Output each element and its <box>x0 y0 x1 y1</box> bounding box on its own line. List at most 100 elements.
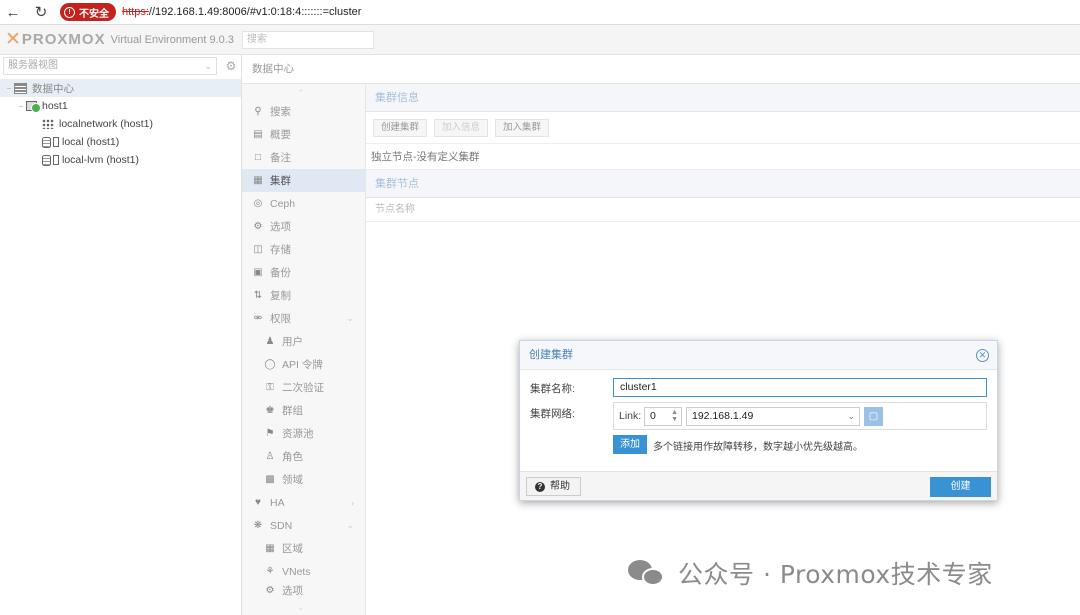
scroll-up-icon[interactable]: ⌃ <box>297 88 305 99</box>
cluster-nodes-title: 集群节点 <box>366 170 1080 198</box>
link-address-select[interactable]: 192.168.1.49 ⌄ <box>686 407 860 426</box>
nav-item-sdn[interactable]: ❋ SDN ⌄ <box>242 514 366 537</box>
nav-item-api-tokens[interactable]: ◯ API 令牌 <box>242 353 366 376</box>
nav-item-pools[interactable]: ⚑ 资源池 <box>242 422 366 445</box>
nav-item-groups[interactable]: ♚ 群组 <box>242 399 366 422</box>
tags-icon: ⚑ <box>265 428 275 439</box>
close-icon[interactable]: ✕ <box>976 349 989 362</box>
column-header-node-name[interactable]: 节点名称 <box>366 198 1080 222</box>
unlock-icon: ⚮ <box>253 313 263 324</box>
back-arrow-icon[interactable]: ← <box>2 1 24 23</box>
chevron-down-icon: ⌄ <box>847 411 855 421</box>
network-icon: ⚘ <box>265 566 275 577</box>
nav-label: 领域 <box>282 474 303 486</box>
cluster-network-box: Link: 0 ▲ ▼ 192.168.1.49 ⌄ ▢ <box>613 402 987 430</box>
cluster-network-label: 集群网络: <box>530 408 575 420</box>
book-icon: ▤ <box>253 129 263 140</box>
collapse-toggle-icon[interactable]: − <box>4 84 14 93</box>
trash-icon[interactable]: ▢ <box>864 407 883 426</box>
create-cluster-dialog: 创建集群 ✕ 集群名称: cluster1 集群网络: Link: 0 ▲ ▼ 1… <box>519 340 998 501</box>
nav-item-realms[interactable]: ▩ 领域 <box>242 468 366 491</box>
tree-item-local-lvm[interactable]: local-lvm (host1) <box>0 151 241 169</box>
join-cluster-button[interactable]: 加入集群 <box>495 118 550 137</box>
nav-label: 存储 <box>270 244 291 256</box>
join-info-button[interactable]: 加入信息 <box>434 118 489 137</box>
scroll-down-icon[interactable]: ⌄ <box>297 602 305 613</box>
nav-item-two-factor[interactable]: ⚿ 二次验证 <box>242 376 366 399</box>
nav-item-storage[interactable]: ◫ 存储 <box>242 238 366 261</box>
dialog-footer: ? 帮助 创建 <box>520 471 997 500</box>
user-icon: ♟ <box>265 336 275 347</box>
key-icon: ⚿ <box>266 382 274 393</box>
tree-item-localnetwork[interactable]: localnetwork (host1) <box>0 115 241 133</box>
nav-label: 集群 <box>270 175 291 187</box>
search-icon: ⚲ <box>254 106 262 117</box>
floppy-icon: ▣ <box>253 267 263 278</box>
watermark-text: 公众号 · Proxmox技术专家 <box>678 560 993 589</box>
nav-label: 群组 <box>282 405 303 417</box>
wechat-logo-icon <box>628 558 668 588</box>
nav-item-options[interactable]: ⚙ 选项 <box>242 215 366 238</box>
address-book-icon: ▩ <box>265 474 275 485</box>
nav-label: 备注 <box>270 152 291 164</box>
storage-box-icon <box>53 137 59 147</box>
nav-item-replication[interactable]: ⇅ 复制 <box>242 284 366 307</box>
dialog-header: 创建集群 ✕ <box>520 341 997 370</box>
url-scheme: https: <box>122 6 149 18</box>
help-label: 帮助 <box>550 481 570 492</box>
logo-x-icon: ✕ <box>5 29 22 50</box>
nav-item-roles[interactable]: ♙ 角色 <box>242 445 366 468</box>
sdn-icon: ❋ <box>253 520 263 531</box>
tree-item-local[interactable]: local (host1) <box>0 133 241 151</box>
nav-label: 概要 <box>270 129 291 141</box>
nav-item-ha[interactable]: ♥ HA › <box>242 491 366 514</box>
nav-item-notes[interactable]: □ 备注 <box>242 146 366 169</box>
gear-icon: ⚙ <box>253 221 263 232</box>
nav-label: VNets <box>282 565 311 578</box>
nav-item-vnets[interactable]: ⚘ VNets <box>242 560 366 583</box>
nav-item-ceph[interactable]: ◎ Ceph <box>242 192 366 215</box>
nav-label: 选项 <box>282 584 303 597</box>
create-cluster-button[interactable]: 创建集群 <box>373 118 428 137</box>
logo-text: PROXMOX <box>21 31 106 48</box>
nav-item-sdn-options[interactable]: ⚙ 选项 <box>242 583 366 597</box>
nav-item-search[interactable]: ⚲ 搜索 <box>242 100 366 123</box>
version-label: Virtual Environment 9.0.3 <box>110 33 234 46</box>
nav-item-users[interactable]: ♟ 用户 <box>242 330 366 353</box>
storage-database-icon <box>42 136 51 148</box>
spinner-arrows-icon[interactable]: ▲ ▼ <box>671 409 678 423</box>
tree-item-datacenter[interactable]: − 数据中心 <box>0 79 241 97</box>
nav-label: API 令牌 <box>282 359 323 371</box>
gear-icon[interactable]: ⚙ <box>223 58 239 74</box>
tree-item-host[interactable]: − host1 <box>0 97 241 115</box>
address-bar[interactable]: https://192.168.1.49:8006/#v1:0:18:4::::… <box>122 6 361 18</box>
datacenter-nav-menu: ⌃ ⚲ 搜索 ▤ 概要 □ 备注 ▦ 集群 ◎ Ceph ⚙ 选项 ◫ 存储 ▣ 备份 ⇅ 复制 … <box>242 84 366 615</box>
resource-tree-panel: 服务器视图 ⌄ ⚙ − 数据中心 − host1 localnetwork (h… <box>0 55 242 615</box>
nav-item-permissions[interactable]: ⚮ 权限 ⌄ <box>242 307 366 330</box>
help-button[interactable]: ? 帮助 <box>526 477 581 496</box>
view-select[interactable]: 服务器视图 ⌄ <box>3 57 217 75</box>
reload-icon[interactable]: ↻ <box>30 1 52 23</box>
nav-label: 用户 <box>282 336 303 348</box>
nav-label: 角色 <box>282 451 303 463</box>
nav-item-cluster[interactable]: ▦ 集群 <box>242 169 366 192</box>
chevron-down-icon: ⌄ <box>204 61 212 71</box>
nav-label: Ceph <box>270 197 296 210</box>
nav-item-backup[interactable]: ▣ 备份 <box>242 261 366 284</box>
add-link-button[interactable]: 添加 <box>613 435 647 454</box>
nav-label: 二次验证 <box>282 382 324 394</box>
nav-item-zones[interactable]: ▦ 区域 <box>242 537 366 560</box>
link-number-value: 0 <box>650 410 656 422</box>
create-button[interactable]: 创建 <box>930 477 991 497</box>
proxmox-logo[interactable]: ✕ PROXMOX <box>5 30 106 49</box>
cluster-name-input[interactable]: cluster1 <box>613 378 987 397</box>
search-input[interactable]: 搜索 <box>241 30 374 49</box>
heartbeat-icon: ♥ <box>255 497 261 508</box>
insecure-badge[interactable]: ! 不安全 <box>60 3 116 21</box>
nav-label: 搜索 <box>270 106 291 118</box>
cluster-icon: ▦ <box>253 175 263 186</box>
standalone-node-info: 独立节点-没有定义集群 <box>366 144 1080 170</box>
link-number-stepper[interactable]: 0 ▲ ▼ <box>644 407 682 426</box>
nav-item-summary[interactable]: ▤ 概要 <box>242 123 366 146</box>
collapse-toggle-icon[interactable]: − <box>16 102 26 111</box>
